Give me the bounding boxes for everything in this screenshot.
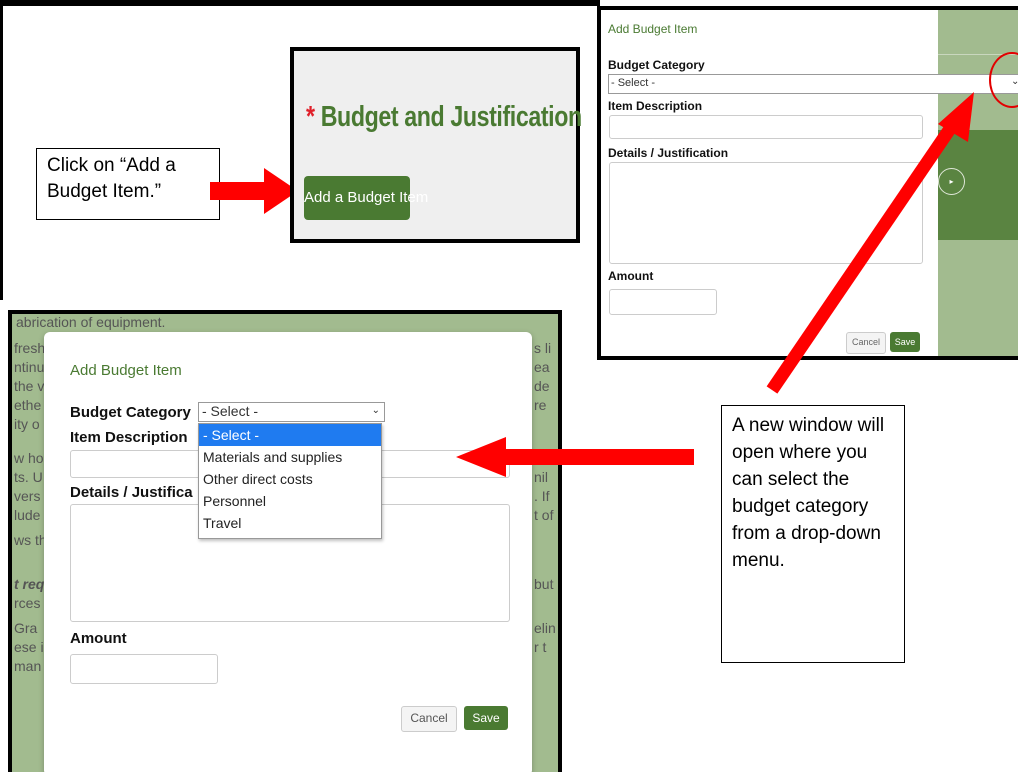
required-star: *: [306, 101, 315, 133]
bg-right-text: de: [534, 378, 550, 394]
chevron-down-icon: ⌄: [371, 405, 380, 416]
slide-top-border: [0, 0, 600, 6]
bg-right-text: r t: [534, 639, 547, 655]
budget-category-label: Budget Category: [70, 404, 191, 421]
arrow-to-dropdown: [760, 80, 990, 400]
callout-text: Click on “Add a Budget Item.”: [47, 155, 176, 202]
bg-left-text: vers: [14, 488, 41, 504]
amount-label: Amount: [608, 269, 654, 283]
details-justification-label: Details / Justification: [608, 146, 729, 160]
dialog-title: Add Budget Item: [608, 22, 698, 36]
instruction-callout-new-window: A new window will open where you can sel…: [721, 405, 905, 663]
item-description-label: Item Description: [608, 99, 703, 113]
callout-text: A new window will open where you can sel…: [732, 415, 885, 571]
bg-left-text: ws th: [14, 532, 47, 548]
budget-category-select[interactable]: - Select - ⌄: [198, 402, 385, 422]
dropdown-option[interactable]: Materials and supplies: [199, 446, 381, 468]
zoomed-section-header: * Budget and Justification Add a Budget …: [290, 47, 582, 243]
add-budget-item-modal: Add Budget Item Budget Category - Select…: [44, 332, 532, 772]
bg-left-text: w ho: [14, 450, 44, 466]
dropdown-option[interactable]: - Select -: [199, 424, 381, 446]
amount-label: Amount: [70, 630, 127, 647]
bg-right-text: . If: [534, 488, 550, 504]
slide-left-border: [0, 0, 3, 300]
dialog-screenshot: abrication of equipment. fresh ntinu the…: [8, 310, 562, 772]
amount-input[interactable]: [609, 289, 717, 315]
instruction-callout-add-item: Click on “Add a Budget Item.”: [36, 148, 220, 220]
bg-left-text: ethe: [14, 397, 42, 413]
section-title: * Budget and Justification: [306, 101, 582, 133]
bg-left-text: ity o: [14, 416, 40, 432]
arrow-to-dropdown-menu: [456, 437, 694, 477]
background-text-line: abrication of equipment.: [16, 314, 166, 330]
bg-left-text: rces: [14, 595, 41, 611]
modal-title: Add Budget Item: [70, 362, 182, 379]
select-value: - Select -: [202, 403, 259, 419]
bg-right-text: ea: [534, 359, 550, 375]
bg-left-text: fresh: [14, 340, 46, 356]
bg-left-text: t req: [14, 576, 45, 592]
save-button[interactable]: Save: [464, 706, 508, 730]
budget-category-label: Budget Category: [608, 58, 705, 72]
bg-right-text: but: [534, 576, 554, 592]
item-description-label: Item Description: [70, 429, 188, 446]
dropdown-option[interactable]: Travel: [199, 512, 381, 534]
bg-right-text: elin: [534, 620, 556, 636]
bg-left-text: ts. U: [14, 469, 43, 485]
dropdown-option[interactable]: Other direct costs: [199, 468, 381, 490]
bg-right-text: s li: [534, 340, 552, 356]
bg-left-text: Gra: [14, 620, 38, 636]
details-justification-label: Details / Justifica: [70, 484, 193, 501]
arrow-to-button: [210, 168, 298, 214]
bg-left-text: man: [14, 658, 42, 674]
add-budget-item-button[interactable]: Add a Budget Item: [304, 176, 428, 220]
bg-right-text: t of: [534, 507, 554, 523]
cancel-button[interactable]: Cancel: [401, 706, 457, 732]
bg-left-text: lude: [14, 507, 41, 523]
amount-input[interactable]: [70, 654, 218, 684]
bg-left-text: ese i: [14, 639, 44, 655]
bg-right-text: re: [534, 397, 547, 413]
dropdown-option[interactable]: Personnel: [199, 490, 381, 512]
bg-left-text: ntinu: [14, 359, 45, 375]
bg-left-text: the v: [14, 378, 45, 394]
budget-category-dropdown: - Select - Materials and supplies Other …: [198, 423, 382, 539]
